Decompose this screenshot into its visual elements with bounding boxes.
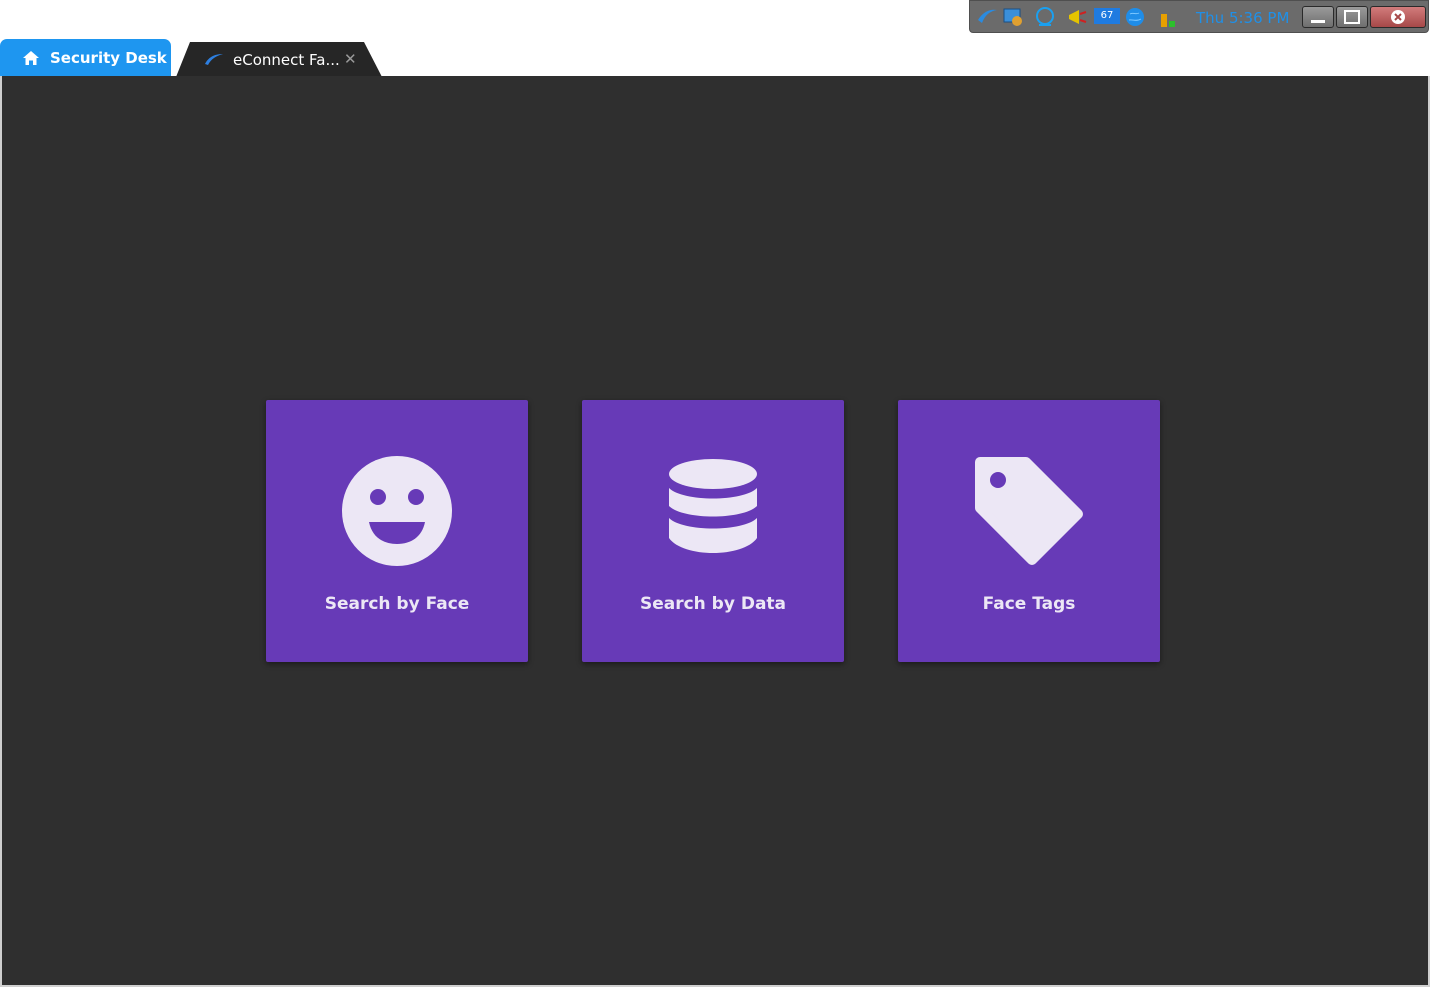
search-by-face-tile[interactable]: Search by Face (266, 400, 528, 662)
system-tray: 67 Thu 5:36 PM (969, 0, 1429, 33)
network-badge-icon[interactable]: 67 (1094, 8, 1120, 24)
tab-close-icon[interactable]: ✕ (344, 50, 357, 68)
tab-security-desk[interactable]: Security Desk (0, 39, 171, 76)
database-icon (669, 459, 757, 553)
smiley-face-icon (342, 456, 452, 566)
maximize-button[interactable] (1336, 6, 1368, 28)
earth-icon[interactable] (1124, 6, 1146, 28)
minimize-icon (1311, 20, 1325, 23)
tab-econnect[interactable]: eConnect Fa... ✕ (176, 42, 382, 77)
screen-icon[interactable] (1002, 6, 1024, 28)
minimize-button[interactable] (1302, 6, 1334, 28)
search-by-data-tile[interactable]: Search by Data (582, 400, 844, 662)
face-tags-tile[interactable]: Face Tags (898, 400, 1160, 662)
maximize-icon (1344, 10, 1360, 24)
bar-chart-icon[interactable] (1158, 6, 1180, 28)
tile-label: Face Tags (982, 594, 1076, 614)
close-icon (1391, 10, 1405, 24)
feather-icon[interactable] (976, 6, 998, 28)
close-window-button[interactable] (1370, 6, 1426, 28)
home-icon (23, 50, 39, 65)
megaphone-icon[interactable] (1066, 6, 1088, 28)
tab-label: eConnect Fa... (233, 51, 340, 69)
tab-label: Security Desk (50, 48, 167, 67)
feather-logo-icon (205, 54, 223, 65)
tile-label: Search by Data (639, 594, 787, 614)
globe-icon[interactable] (1034, 6, 1056, 28)
tag-icon (975, 457, 1083, 565)
clock-time[interactable]: Thu 5:36 PM (1196, 9, 1289, 27)
tile-label: Search by Face (324, 594, 470, 614)
main-content: Search by Face Search by Data Face Tags (0, 76, 1430, 987)
